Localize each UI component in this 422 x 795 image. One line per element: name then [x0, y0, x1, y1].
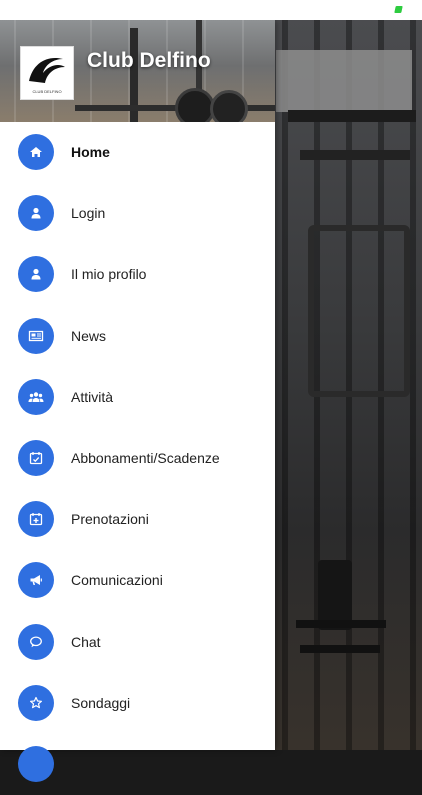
battery-icon [394, 6, 403, 13]
menu-item-label: Abbonamenti/Scadenze [71, 449, 220, 466]
menu-item-profile[interactable]: Il mio profilo [0, 244, 275, 305]
menu-item-label: Sondaggi [71, 694, 131, 711]
chat-icon [18, 623, 54, 660]
menu-item-label: Comunicazioni [71, 572, 163, 589]
menu-item-label: Attività [71, 388, 114, 405]
menu-item-label: Prenotazioni [71, 511, 149, 528]
status-bar [0, 0, 422, 20]
megaphone-icon [18, 562, 54, 599]
navigation-drawer: CLUB DELFINO Club Delfino Home Login Il … [0, 20, 275, 782]
menu-item-bookings[interactable]: Prenotazioni [0, 489, 275, 550]
user-icon [18, 256, 54, 293]
group-icon [18, 378, 54, 415]
menu-item-label: Il mio profilo [71, 266, 147, 283]
menu-item-label: Home [71, 144, 110, 160]
menu-item-more[interactable] [0, 734, 275, 795]
club-title: Club Delfino [87, 49, 211, 72]
logo-caption: CLUB DELFINO [32, 89, 62, 94]
menu-item-subscriptions[interactable]: Abbonamenti/Scadenze [0, 428, 275, 489]
drawer-header: CLUB DELFINO Club Delfino [0, 20, 275, 122]
dolphin-icon [29, 57, 65, 83]
home-icon [18, 134, 54, 170]
menu-item-label: News [71, 327, 107, 344]
calendar-plus-icon [18, 501, 54, 538]
menu-item-communications[interactable]: Comunicazioni [0, 550, 275, 611]
menu-item-label: Login [71, 205, 106, 222]
star-icon [18, 684, 54, 721]
menu-item-surveys[interactable]: Sondaggi [0, 673, 275, 734]
menu-item-home[interactable]: Home [0, 122, 275, 183]
menu-item-news[interactable]: News [0, 306, 275, 367]
user-icon [18, 195, 54, 232]
menu-item-activities[interactable]: Attività [0, 367, 275, 428]
menu-item-label: Chat [71, 633, 101, 650]
club-logo: CLUB DELFINO [20, 46, 74, 100]
menu-item-icon [18, 745, 54, 782]
menu-list: Home Login Il mio profilo News Attività [0, 122, 275, 795]
menu-item-chat[interactable]: Chat [0, 612, 275, 673]
menu-item-login[interactable]: Login [0, 183, 275, 244]
calendar-check-icon [18, 439, 54, 476]
newspaper-icon [18, 317, 54, 354]
